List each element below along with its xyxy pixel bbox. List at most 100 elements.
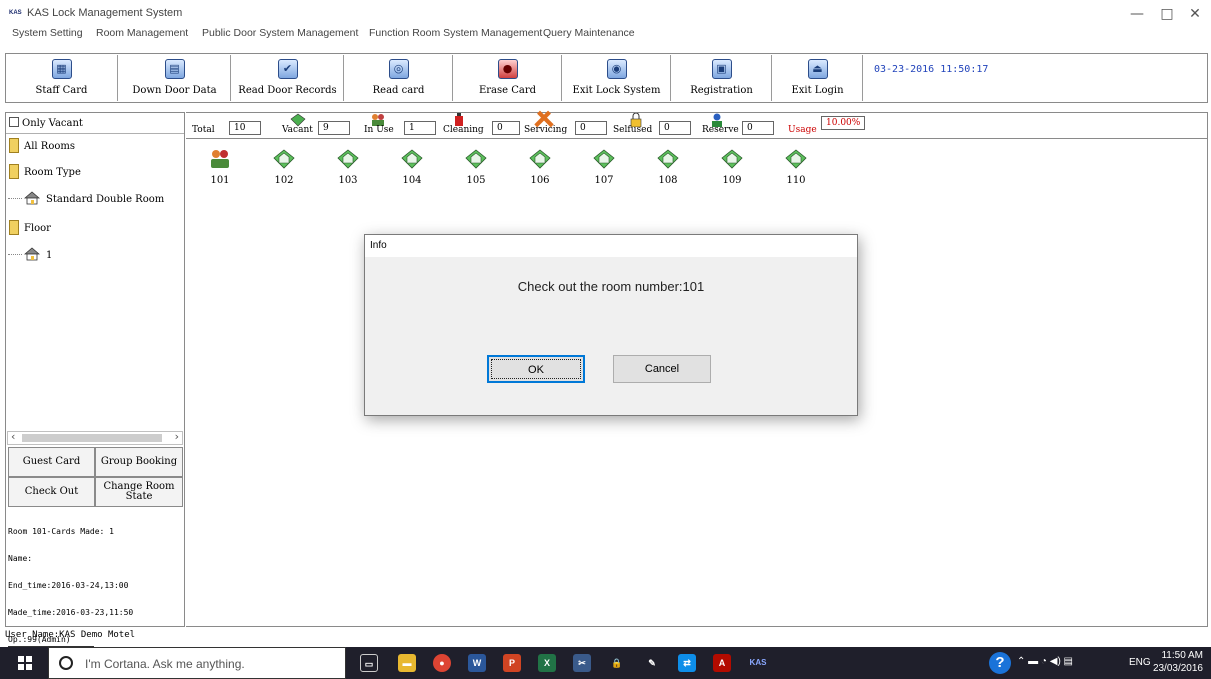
scroll-right-icon[interactable]: › bbox=[175, 430, 179, 443]
room-vacant-icon bbox=[593, 149, 615, 169]
help-icon[interactable]: ? bbox=[989, 652, 1011, 674]
scroll-left-icon[interactable]: ‹ bbox=[11, 430, 15, 443]
menu-public-door-system[interactable]: Public Door System Management bbox=[202, 27, 358, 39]
reserve-label: Reserve bbox=[702, 125, 739, 135]
house-icon bbox=[24, 191, 40, 205]
read-door-records-button[interactable]: ✔ Read Door Records bbox=[232, 55, 344, 101]
room-103[interactable]: 103 bbox=[328, 149, 368, 186]
room-104[interactable]: 104 bbox=[392, 149, 432, 186]
room-110[interactable]: 110 bbox=[776, 149, 816, 186]
house-icon bbox=[24, 247, 40, 261]
tree-item-all-rooms[interactable]: All Rooms bbox=[9, 138, 75, 153]
servicing-label: Servicing bbox=[524, 125, 568, 135]
current-datetime: 03-23-2016 11:50:17 bbox=[874, 64, 989, 75]
minimize-button[interactable]: — bbox=[1127, 6, 1147, 22]
room-107[interactable]: 107 bbox=[584, 149, 624, 186]
word-icon[interactable]: W bbox=[468, 654, 486, 672]
menu-bar: System Setting Room Management Public Do… bbox=[0, 26, 1211, 44]
erase-card-icon: ● bbox=[497, 59, 518, 79]
tree-item-standard-double-room[interactable]: Standard Double Room bbox=[8, 191, 164, 205]
kas-icon[interactable]: KAS bbox=[745, 654, 771, 672]
card-info-end-time: End_time:2016-03-24,13:00 bbox=[8, 581, 129, 590]
registration-icon: ▣ bbox=[711, 59, 732, 79]
tools-icon[interactable]: ✂ bbox=[573, 654, 591, 672]
guest-card-button[interactable]: Guest Card bbox=[8, 447, 95, 477]
staff-card-button[interactable]: ▦ Staff Card bbox=[6, 55, 118, 101]
cortana-placeholder: I'm Cortana. Ask me anything. bbox=[85, 657, 245, 671]
usage-label: Usage bbox=[788, 125, 817, 135]
menu-room-management[interactable]: Room Management bbox=[96, 27, 188, 39]
chrome-icon[interactable]: ● bbox=[433, 654, 451, 672]
paint-icon[interactable]: ✎ bbox=[643, 654, 661, 672]
teamviewer-icon[interactable]: ⇄ bbox=[678, 654, 696, 672]
room-106[interactable]: 106 bbox=[520, 149, 560, 186]
tree-label-room-type: Room Type bbox=[24, 167, 81, 178]
vacant-value: 9 bbox=[318, 121, 350, 135]
tree-item-floor-1[interactable]: 1 bbox=[8, 247, 52, 261]
erase-card-button[interactable]: ● Erase Card bbox=[454, 55, 562, 101]
room-number: 110 bbox=[786, 175, 806, 186]
checkbox-box bbox=[9, 117, 19, 127]
exit-lock-system-button[interactable]: ◉ Exit Lock System bbox=[563, 55, 671, 101]
task-view-icon[interactable]: ▭ bbox=[360, 654, 378, 672]
read-card-label: Read card bbox=[372, 85, 425, 96]
exit-login-icon: ⏏ bbox=[807, 59, 828, 79]
lock-icon[interactable]: 🔒 bbox=[608, 654, 626, 672]
scrollbar-thumb[interactable] bbox=[22, 434, 162, 442]
windows-start-icon[interactable] bbox=[18, 656, 32, 670]
exit-login-button[interactable]: ⏏ Exit Login bbox=[773, 55, 863, 101]
room-number: 108 bbox=[658, 175, 678, 186]
read-card-button[interactable]: ◎ Read card bbox=[345, 55, 453, 101]
down-door-data-icon: ▤ bbox=[164, 59, 185, 79]
close-button[interactable]: ✕ bbox=[1185, 6, 1205, 22]
room-vacant-icon bbox=[721, 149, 743, 169]
tray-icons[interactable]: ⌃ ▬ ◔ ◀) ▤ bbox=[1017, 656, 1073, 667]
folder-icon bbox=[9, 138, 19, 153]
language-indicator[interactable]: ENG bbox=[1129, 657, 1151, 668]
room-vacant-icon bbox=[401, 149, 423, 169]
cancel-button[interactable]: Cancel bbox=[613, 355, 711, 383]
file-explorer-icon[interactable]: ▬ bbox=[398, 654, 416, 672]
group-booking-button[interactable]: Group Booking bbox=[95, 447, 183, 477]
read-card-icon: ◎ bbox=[388, 59, 409, 79]
room-number: 101 bbox=[210, 175, 230, 186]
check-out-button[interactable]: Check Out bbox=[8, 477, 95, 507]
dialog-message: Check out the room number:101 bbox=[517, 279, 705, 294]
room-tree: All Rooms Room Type Standard Double Room… bbox=[6, 133, 184, 433]
tree-item-floor[interactable]: Floor bbox=[9, 220, 51, 235]
taskbar: I'm Cortana. Ask me anything. ▭ ▬ ● W P … bbox=[0, 647, 1211, 679]
room-vacant-icon bbox=[273, 149, 295, 169]
maximize-button[interactable]: □ bbox=[1157, 6, 1177, 22]
clock-time[interactable]: 11:50 AM bbox=[1161, 650, 1203, 661]
cortana-search-box[interactable]: I'm Cortana. Ask me anything. bbox=[48, 647, 346, 679]
only-vacant-label: Only Vacant bbox=[22, 118, 83, 129]
clock-date[interactable]: 23/03/2016 bbox=[1153, 663, 1203, 674]
menu-query-maintenance[interactable]: Query Maintenance bbox=[543, 27, 635, 39]
excel-icon[interactable]: X bbox=[538, 654, 556, 672]
acrobat-icon[interactable]: A bbox=[713, 654, 731, 672]
room-number: 107 bbox=[594, 175, 614, 186]
left-panel: Only Vacant All Rooms Room Type Standard… bbox=[5, 112, 185, 647]
room-number: 105 bbox=[466, 175, 486, 186]
down-door-data-button[interactable]: ▤ Down Door Data bbox=[119, 55, 231, 101]
ok-button[interactable]: OK bbox=[487, 355, 585, 383]
room-105[interactable]: 105 bbox=[456, 149, 496, 186]
only-vacant-checkbox[interactable]: Only Vacant bbox=[9, 117, 83, 129]
menu-system-setting[interactable]: System Setting bbox=[12, 27, 83, 39]
room-vacant-icon bbox=[337, 149, 359, 169]
info-dialog: Info Check out the room number:101 OK Ca… bbox=[364, 234, 858, 416]
horizontal-scrollbar[interactable]: ‹ › bbox=[7, 430, 183, 445]
menu-function-room-system[interactable]: Function Room System Management bbox=[369, 27, 542, 39]
in-use-label: In Use bbox=[364, 125, 394, 135]
change-room-state-button[interactable]: Change Room State bbox=[95, 477, 183, 507]
room-vacant-icon bbox=[785, 149, 807, 169]
room-101[interactable]: 101 bbox=[200, 149, 240, 186]
room-108[interactable]: 108 bbox=[648, 149, 688, 186]
room-109[interactable]: 109 bbox=[712, 149, 752, 186]
room-number: 104 bbox=[402, 175, 422, 186]
in-use-value: 1 bbox=[404, 121, 436, 135]
room-102[interactable]: 102 bbox=[264, 149, 304, 186]
registration-button[interactable]: ▣ Registration bbox=[672, 55, 772, 101]
tree-item-room-type[interactable]: Room Type bbox=[9, 164, 81, 179]
powerpoint-icon[interactable]: P bbox=[503, 654, 521, 672]
